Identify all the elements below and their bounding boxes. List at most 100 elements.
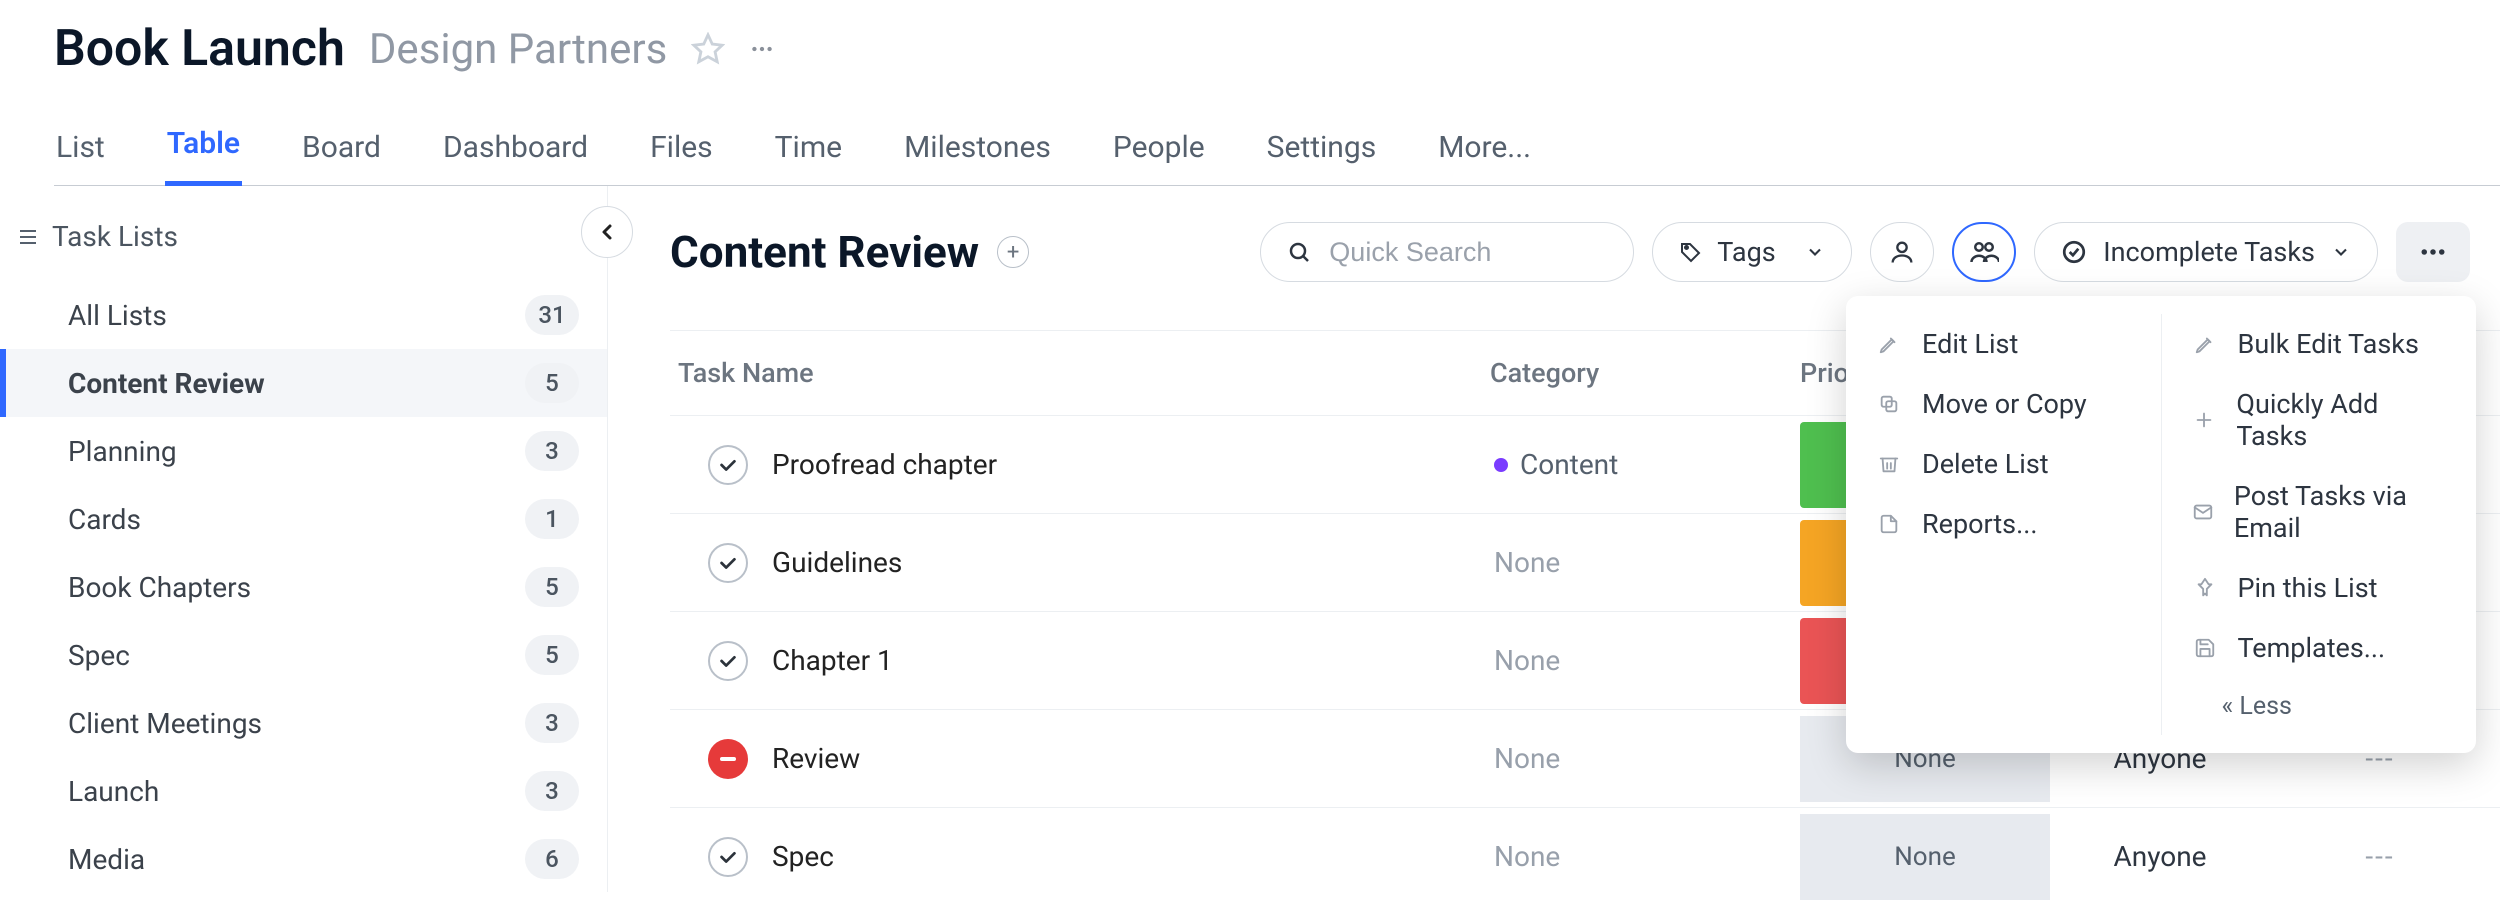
chevron-down-icon (2331, 242, 2351, 262)
complete-toggle[interactable] (708, 543, 748, 583)
tab-more[interactable]: More... (1436, 130, 1533, 185)
menu-item[interactable]: Edit List (1846, 314, 2161, 374)
sidebar-item[interactable]: Planning3 (0, 417, 607, 485)
plus-icon (2192, 409, 2217, 431)
tab-table[interactable]: Table (165, 126, 242, 186)
search-field[interactable] (1260, 222, 1634, 282)
sidebar-item-count: 3 (525, 431, 579, 471)
menu-item[interactable]: Pin this List (2162, 558, 2477, 618)
sidebar-item-count: 5 (525, 363, 579, 403)
assignee-filter-button[interactable] (1870, 222, 1934, 282)
pencil-icon (1876, 333, 1902, 355)
copy-icon (1876, 393, 1902, 415)
people-icon (1969, 237, 1999, 267)
tab-time[interactable]: Time (773, 130, 844, 185)
tab-list[interactable]: List (54, 130, 107, 185)
project-title: Book Launch (54, 20, 345, 78)
check-circle-icon (2061, 239, 2087, 265)
tab-milestones[interactable]: Milestones (902, 130, 1053, 185)
due-cell[interactable]: --- (2270, 840, 2490, 873)
menu-item[interactable]: Reports... (1846, 494, 2161, 554)
category-dot (1494, 458, 1508, 472)
tab-board[interactable]: Board (300, 130, 383, 185)
sidebar-item-count: 31 (525, 295, 579, 335)
sidebar-item[interactable]: Client Meetings 3 (0, 689, 607, 757)
sidebar-item-count: 1 (525, 499, 579, 539)
col-category: Category (1490, 357, 1800, 389)
sidebar-item[interactable]: Media 6 (0, 825, 607, 893)
table-row[interactable]: SpecNoneNoneAnyone--- (670, 807, 2500, 905)
category-label: Content (1520, 448, 1618, 481)
assignee-cell[interactable]: Anyone (2050, 840, 2270, 873)
tab-settings[interactable]: Settings (1265, 130, 1379, 185)
trash-icon (1876, 453, 1902, 475)
menu-item-label: Delete List (1922, 448, 2049, 480)
sidebar-item-label: Spec (68, 639, 130, 672)
sidebar-item[interactable]: Book Chapters5 (0, 553, 607, 621)
sidebar-item[interactable]: Launch 3 (0, 757, 607, 825)
sidebar-item-label: Client Meetings (68, 707, 262, 740)
sidebar-item-label: Media (68, 843, 145, 876)
sidebar-item[interactable]: Content Review 5 (0, 349, 607, 417)
sidebar-item-count: 3 (525, 703, 579, 743)
sidebar: Task Lists All Lists31Content Review5Pla… (0, 186, 608, 892)
sidebar-item[interactable]: All Lists 31 (0, 281, 607, 349)
tags-filter[interactable]: Tags (1652, 222, 1852, 282)
people-filter-button[interactable] (1952, 222, 2016, 282)
sidebar-item-label: Launch (68, 775, 159, 808)
task-name: Proofread chapter (772, 448, 997, 481)
list-options-menu: Edit List Move or Copy Delete List Reports.… (1846, 296, 2476, 753)
sidebar-item[interactable]: Cards1 (0, 485, 607, 553)
sidebar-item-count: 5 (525, 635, 579, 675)
tab-people[interactable]: People (1111, 130, 1207, 185)
task-name: Chapter 1 (772, 644, 893, 677)
sidebar-item-label: Content Review (68, 367, 265, 400)
complete-toggle[interactable] (708, 837, 748, 877)
tab-files[interactable]: Files (648, 130, 715, 185)
category-label: None (1494, 644, 1560, 677)
complete-toggle[interactable] (708, 641, 748, 681)
search-input[interactable] (1327, 236, 1607, 269)
menu-item[interactable]: Post Tasks via Email (2162, 466, 2477, 558)
sidebar-item-label: All Lists (68, 299, 167, 332)
sidebar-item-count: 5 (525, 567, 579, 607)
ellipsis-icon (2418, 237, 2448, 267)
menu-less[interactable]: « Less (2162, 678, 2477, 735)
task-name: Review (772, 742, 860, 775)
sidebar-title: Task Lists (52, 220, 178, 253)
add-task-button[interactable]: + (997, 236, 1029, 268)
more-icon[interactable] (749, 36, 775, 62)
sidebar-item-count: 6 (525, 839, 579, 879)
status-filter[interactable]: Incomplete Tasks (2034, 222, 2378, 282)
menu-item-label: Templates... (2238, 632, 2386, 664)
main-panel: Content Review + Tags (608, 186, 2500, 892)
project-header: Book Launch Design Partners List Table B… (0, 0, 2500, 186)
user-icon (1888, 238, 1916, 266)
tab-dashboard[interactable]: Dashboard (441, 130, 590, 185)
pin-icon (2192, 577, 2218, 599)
doc-icon (1876, 513, 1902, 535)
menu-item[interactable]: Move or Copy (1846, 374, 2161, 434)
menu-item[interactable]: Bulk Edit Tasks (2162, 314, 2477, 374)
menu-item[interactable]: Quickly Add Tasks (2162, 374, 2477, 466)
menu-item-label: Move or Copy (1922, 388, 2087, 420)
mail-icon (2192, 501, 2214, 523)
menu-item[interactable]: Delete List (1846, 434, 2161, 494)
col-task-name: Task Name (670, 357, 1490, 389)
sidebar-item-count: 3 (525, 771, 579, 811)
project-subtitle: Design Partners (369, 25, 667, 74)
menu-item-label: Reports... (1922, 508, 2037, 540)
list-options-button[interactable] (2396, 222, 2470, 282)
complete-toggle[interactable] (708, 445, 748, 485)
task-name: Spec (772, 840, 834, 873)
save-icon (2192, 637, 2218, 659)
menu-item-label: Edit List (1922, 328, 2018, 360)
chevron-down-icon (1805, 242, 1825, 262)
priority-cell[interactable]: None (1800, 814, 2050, 900)
menu-item-label: Post Tasks via Email (2234, 480, 2446, 544)
star-icon[interactable] (691, 32, 725, 66)
menu-item[interactable]: Templates... (2162, 618, 2477, 678)
tag-icon (1679, 240, 1703, 264)
sidebar-item[interactable]: Spec 5 (0, 621, 607, 689)
tab-bar: List Table Board Dashboard Files Time Mi… (54, 126, 2500, 186)
